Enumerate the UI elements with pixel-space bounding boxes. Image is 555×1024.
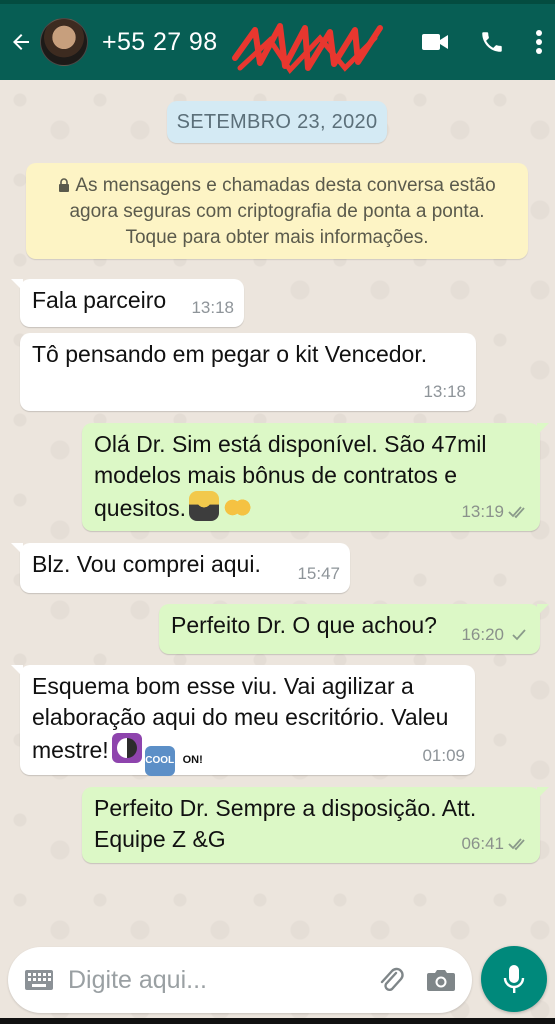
message-text: Perfeito Dr. Sempre a disposição. Att. E… xyxy=(94,795,477,852)
keyboard-button[interactable] xyxy=(24,969,54,991)
back-button[interactable] xyxy=(4,4,38,80)
yin-yang-emoji xyxy=(111,733,142,763)
message-meta: 16:20 xyxy=(461,619,530,650)
message-text: Blz. Vou comprei aqui. xyxy=(32,551,261,577)
message-time: 06:41 xyxy=(461,834,504,853)
camera-button[interactable] xyxy=(426,967,456,993)
message-bubble-outgoing[interactable]: Perfeito Dr. Sempre a disposição. Att. E… xyxy=(82,787,549,863)
message-composer xyxy=(8,947,472,1013)
message-bubble-incoming[interactable]: Tô pensando em pegar o kit Vencedor. 13:… xyxy=(20,333,476,411)
man-office-worker-emoji xyxy=(189,491,220,521)
message-time: 13:18 xyxy=(191,298,234,317)
chat-header: +55 27 98 xyxy=(0,4,555,80)
message-text: Tô pensando em pegar o kit Vencedor. xyxy=(32,341,428,367)
message-bubble-incoming[interactable]: Fala parceiro 13:18 xyxy=(11,279,244,327)
message-input[interactable] xyxy=(66,964,360,996)
message-bubble-outgoing[interactable]: Perfeito Dr. O que achou? 16:20 xyxy=(159,604,549,654)
contact-name[interactable]: +55 27 98 xyxy=(102,22,383,74)
voice-call-button[interactable] xyxy=(479,29,505,55)
navigation-bar-edge xyxy=(0,1018,555,1024)
message-bubble-incoming[interactable]: Esquema bom esse viu. Vai agilizar a ela… xyxy=(11,665,475,776)
single-check-icon xyxy=(512,628,526,640)
arrow-left-icon xyxy=(13,34,29,50)
message-meta: 13:19 xyxy=(461,496,530,527)
message-text: Olá Dr. Sim está disponível. São 47mil m… xyxy=(94,431,487,521)
redaction-scribble xyxy=(232,22,383,74)
message-time: 01:09 xyxy=(422,746,465,765)
header-actions xyxy=(421,4,543,80)
message-time: 15:47 xyxy=(297,564,340,583)
paperclip-icon xyxy=(380,967,404,992)
lock-icon xyxy=(59,178,70,192)
microphone-icon xyxy=(503,965,525,993)
composer-actions xyxy=(378,947,456,1013)
message-bubble-incoming[interactable]: Blz. Vou comprei aqui. 15:47 xyxy=(11,543,350,593)
message-bubble-outgoing[interactable]: Olá Dr. Sim está disponível. São 47mil m… xyxy=(82,423,549,531)
phone-icon xyxy=(482,32,502,52)
more-options-button[interactable] xyxy=(535,29,543,55)
keyboard-icon xyxy=(25,970,53,990)
attach-button[interactable] xyxy=(378,965,404,995)
message-text: Perfeito Dr. O que achou? xyxy=(171,612,437,638)
message-meta: 15:47 xyxy=(297,558,340,589)
encryption-notice-text: As mensagens e chamadas desta conversa e… xyxy=(69,175,496,248)
more-vert-icon xyxy=(536,30,542,54)
raising-hands-emoji xyxy=(222,491,253,521)
contact-name-text: +55 27 98 xyxy=(102,27,218,56)
voice-message-button[interactable] xyxy=(481,946,547,1012)
message-meta: 13:18 xyxy=(191,292,234,323)
video-call-button[interactable] xyxy=(421,32,449,52)
message-time: 16:20 xyxy=(461,625,504,644)
double-check-icon xyxy=(508,505,525,518)
message-time: 13:19 xyxy=(461,502,504,521)
message-text: Fala parceiro xyxy=(32,287,167,313)
encryption-notice[interactable]: As mensagens e chamadas desta conversa e… xyxy=(26,163,528,259)
date-separator: SETEMBRO 23, 2020 xyxy=(167,101,387,143)
message-meta: 06:41 xyxy=(461,828,530,859)
video-call-icon xyxy=(422,34,448,50)
message-meta: 13:18 xyxy=(423,376,466,407)
cool-button-emoji: COOL xyxy=(144,746,175,776)
message-meta: 01:09 xyxy=(422,740,465,771)
message-time: 13:18 xyxy=(423,382,466,401)
message-text: Esquema bom esse viu. Vai agilizar a ela… xyxy=(32,673,449,763)
double-check-icon xyxy=(508,837,525,850)
contact-avatar[interactable] xyxy=(40,18,88,66)
on-arrow-emoji: ON! xyxy=(182,754,203,766)
camera-icon xyxy=(427,970,455,991)
